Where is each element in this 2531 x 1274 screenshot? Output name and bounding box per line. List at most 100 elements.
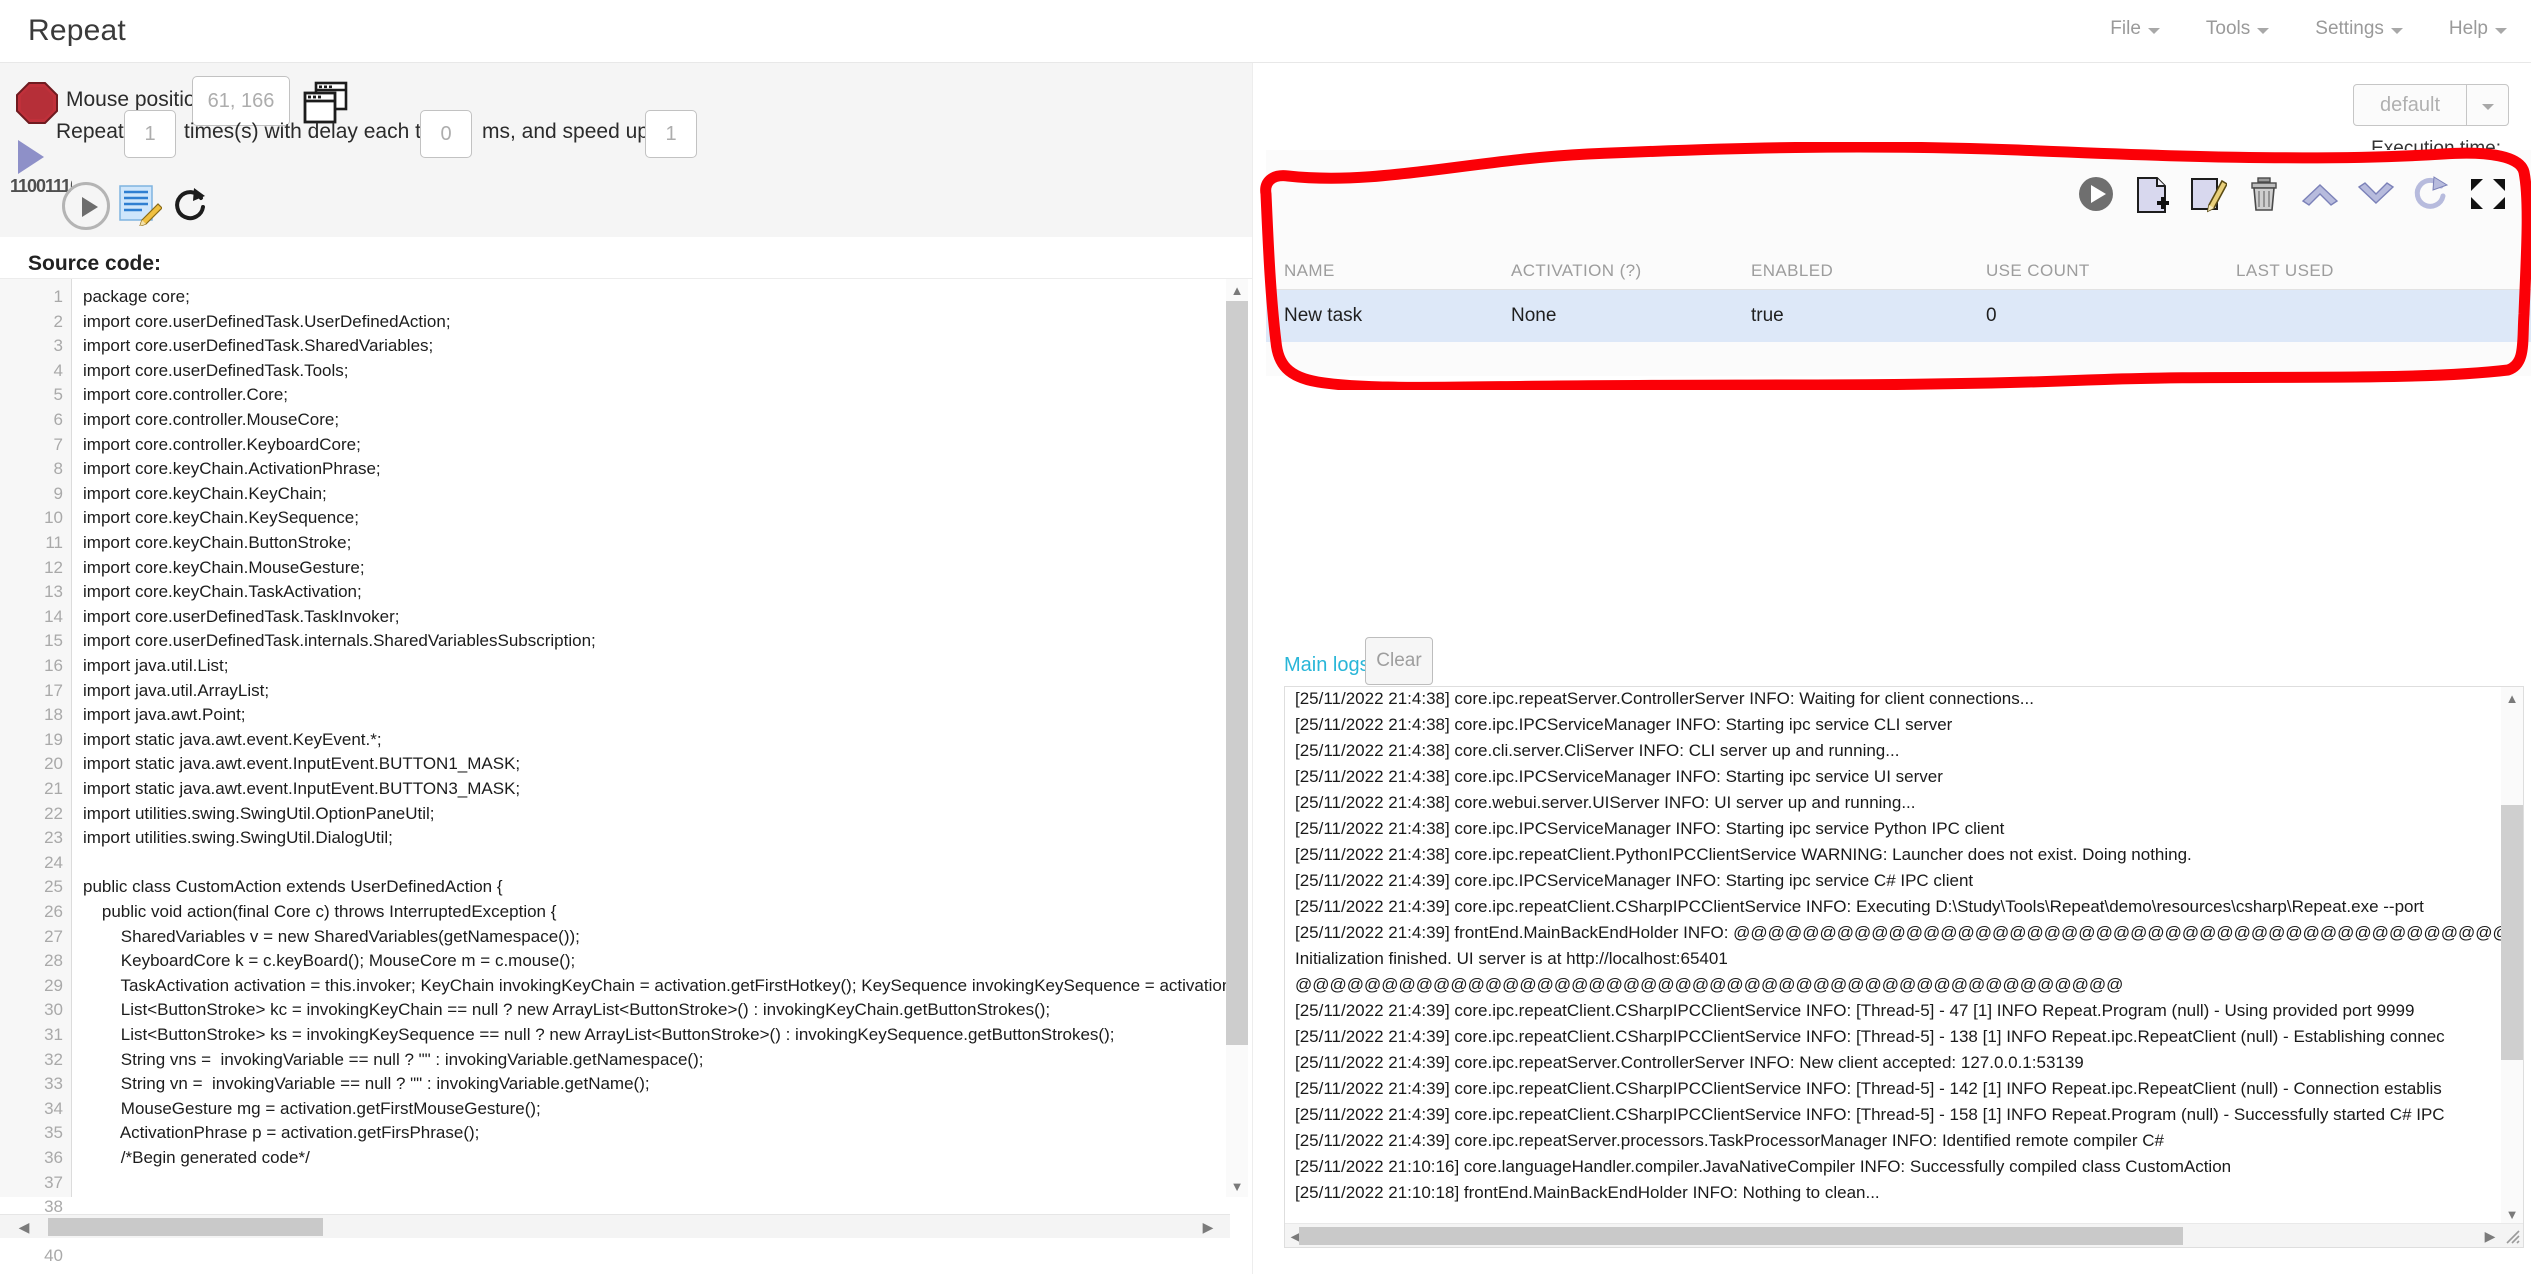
line-number: 28 <box>44 951 63 971</box>
logs-panel[interactable]: [25/11/2022 21:4:38] core.ipc.repeatServ… <box>1284 686 2524 1248</box>
line-number: 27 <box>44 927 63 947</box>
vertical-divider <box>1252 63 1253 1274</box>
speed-input[interactable]: 1 <box>645 110 697 158</box>
code-line: import core.keyChain.KeyChain; <box>83 484 327 504</box>
log-line: [25/11/2022 21:4:38] core.ipc.IPCService… <box>1295 767 1943 787</box>
line-number: 30 <box>44 1000 63 1020</box>
line-number: 25 <box>44 877 63 897</box>
main-logs-label: Main logs: <box>1284 654 1375 677</box>
run-task-icon[interactable] <box>2077 175 2115 213</box>
code-line: ActivationPhrase p = activation.getFirsP… <box>83 1123 479 1143</box>
line-number: 14 <box>44 607 63 627</box>
source-horizontal-scrollbar[interactable]: ◀ ▶ <box>0 1214 1230 1238</box>
line-number: 5 <box>54 385 63 405</box>
log-line: [25/11/2022 21:4:39] core.ipc.repeatClie… <box>1295 1105 2445 1125</box>
menu-tools[interactable]: Tools <box>2206 18 2269 40</box>
column-header-activation[interactable]: ACTIVATION (?) <box>1511 261 1751 281</box>
code-line: String vn = invokingVariable == null ? "… <box>83 1074 650 1094</box>
column-header-name[interactable]: NAME <box>1266 261 1511 281</box>
column-header-use-count[interactable]: USE COUNT <box>1986 261 2236 281</box>
line-number: 24 <box>44 853 63 873</box>
chevron-down-icon <box>2495 28 2507 34</box>
code-line: import core.userDefinedTask.Tools; <box>83 361 349 381</box>
source-vertical-scrollbar[interactable]: ▲ ▼ <box>1226 279 1248 1197</box>
mouse-position-input[interactable]: 61, 166 <box>192 76 290 126</box>
task-toolbar <box>2077 175 2507 213</box>
chevron-left-icon[interactable]: ◀ <box>12 1215 36 1239</box>
chevron-right-icon[interactable]: ▶ <box>1196 1215 1220 1239</box>
chevron-down-icon <box>2148 28 2160 34</box>
clear-logs-button[interactable]: Clear <box>1365 637 1433 685</box>
edit-task-icon[interactable] <box>2189 175 2227 213</box>
delay-input[interactable]: 0 <box>420 110 472 158</box>
cell-activation: None <box>1511 305 1751 327</box>
log-line: [25/11/2022 21:4:38] core.ipc.repeatClie… <box>1295 845 2192 865</box>
chevron-up-icon[interactable]: ▲ <box>1226 279 1248 301</box>
menu-settings-label: Settings <box>2315 18 2384 40</box>
chevron-down-icon[interactable]: ▼ <box>1226 1175 1248 1197</box>
expand-icon[interactable] <box>2469 175 2507 213</box>
speed-label: ms, and speed up of <box>482 120 672 144</box>
menu-tools-label: Tools <box>2206 18 2250 40</box>
scrollbar-thumb[interactable] <box>1299 1227 2183 1245</box>
column-header-enabled[interactable]: ENABLED <box>1751 261 1986 281</box>
menu-file[interactable]: File <box>2110 18 2160 40</box>
source-code-editor[interactable]: 1234567891011121314151617181920212223242… <box>0 278 1252 1238</box>
table-row[interactable]: New task None true 0 <box>1266 290 2531 342</box>
chevron-up-icon[interactable]: ▲ <box>2501 687 2523 709</box>
code-line: MouseGesture mg = activation.getFirstMou… <box>83 1099 541 1119</box>
code-line: import java.util.List; <box>83 656 229 676</box>
repeat-times-input[interactable]: 1 <box>124 110 176 158</box>
resize-grip-icon[interactable] <box>2503 1227 2521 1245</box>
code-line: import core.controller.Core; <box>83 385 288 405</box>
chevron-down-icon[interactable]: ▼ <box>2501 1203 2523 1225</box>
logs-horizontal-scrollbar[interactable]: ◀ ▶ <box>1285 1223 2523 1247</box>
log-line: [25/11/2022 21:4:38] core.webui.server.U… <box>1295 793 1916 813</box>
log-line: [25/11/2022 21:10:18] frontEnd.MainBackE… <box>1295 1183 1880 1203</box>
line-number: 22 <box>44 804 63 824</box>
code-line: import static java.awt.event.InputEvent.… <box>83 754 520 774</box>
code-line: public void action(final Core c) throws … <box>83 902 556 922</box>
code-line: import core.keyChain.ActivationPhrase; <box>83 459 381 479</box>
column-header-last-used[interactable]: LAST USED <box>2236 261 2531 281</box>
code-area[interactable]: package core;import core.userDefinedTask… <box>73 279 1228 1197</box>
scrollbar-thumb[interactable] <box>2501 805 2523 1060</box>
line-number: 32 <box>44 1050 63 1070</box>
app-title: Repeat <box>28 14 126 48</box>
chevron-right-icon[interactable]: ▶ <box>2479 1225 2501 1247</box>
scrollbar-thumb[interactable] <box>48 1218 323 1236</box>
compiler-dropdown-value: default <box>2354 85 2466 125</box>
app-root: Repeat File Tools Settings Help <box>0 0 2531 1274</box>
log-line: [25/11/2022 21:4:39] core.ipc.repeatClie… <box>1295 1001 2414 1021</box>
compiler-dropdown[interactable]: default <box>2353 84 2509 126</box>
move-down-icon[interactable] <box>2357 175 2395 213</box>
logs-vertical-scrollbar[interactable]: ▲ ▼ <box>2501 687 2523 1225</box>
code-line: import java.awt.Point; <box>83 705 246 725</box>
code-line: import core.keyChain.TaskActivation; <box>83 582 362 602</box>
edit-document-icon[interactable] <box>118 184 162 226</box>
refresh-tasks-icon[interactable] <box>2413 175 2451 213</box>
log-line: [25/11/2022 21:10:16] core.languageHandl… <box>1295 1157 2231 1177</box>
stop-octagon-icon[interactable] <box>16 82 58 124</box>
line-number: 1 <box>54 287 63 307</box>
log-line: [25/11/2022 21:4:38] core.ipc.IPCService… <box>1295 819 2004 839</box>
move-up-icon[interactable] <box>2301 175 2339 213</box>
menu-file-label: File <box>2110 18 2141 40</box>
play-triangle-icon[interactable] <box>18 140 44 174</box>
add-task-icon[interactable] <box>2133 175 2171 213</box>
menu-help[interactable]: Help <box>2449 18 2507 40</box>
log-line: [25/11/2022 21:4:39] core.ipc.repeatClie… <box>1295 897 2424 917</box>
log-line: [25/11/2022 21:4:38] core.ipc.IPCService… <box>1295 715 1952 735</box>
line-number: 6 <box>54 410 63 430</box>
code-line: import java.util.ArrayList; <box>83 681 269 701</box>
code-line: import core.userDefinedTask.internals.Sh… <box>83 631 596 651</box>
log-line: [25/11/2022 21:4:38] core.ipc.repeatServ… <box>1295 689 2034 709</box>
log-line: [25/11/2022 21:4:39] core.ipc.repeatServ… <box>1295 1131 2164 1151</box>
refresh-icon[interactable] <box>172 186 208 224</box>
code-line: /*Begin generated code*/ <box>83 1148 310 1168</box>
scrollbar-thumb[interactable] <box>1226 301 1248 1045</box>
delete-task-icon[interactable] <box>2245 175 2283 213</box>
logs-text-area[interactable]: [25/11/2022 21:4:38] core.ipc.repeatServ… <box>1285 687 2501 1225</box>
circle-play-icon[interactable] <box>62 182 110 230</box>
menu-settings[interactable]: Settings <box>2315 18 2403 40</box>
